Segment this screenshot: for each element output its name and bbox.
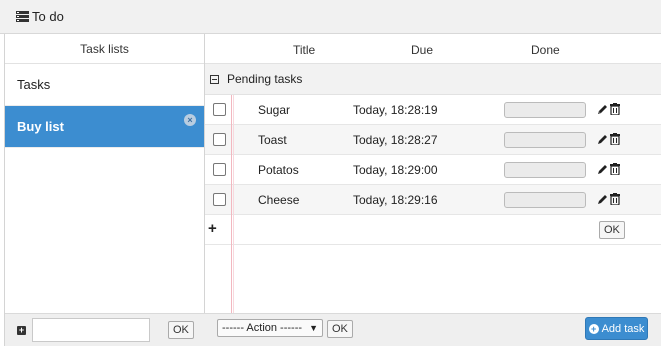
collapse-icon[interactable]: [210, 74, 219, 84]
window-title: To do: [32, 9, 64, 24]
add-task-button[interactable]: + Add task: [585, 317, 648, 340]
task-lists-pane: Task lists Tasks Buy list × + OK: [5, 34, 205, 346]
task-due: Today, 18:28:27: [353, 133, 438, 147]
chevron-down-icon: ▼: [309, 323, 318, 333]
task-done-field: [504, 102, 586, 118]
task-lists-footer: + OK: [5, 313, 205, 346]
column-header-title[interactable]: Title: [293, 43, 315, 57]
trash-icon[interactable]: [610, 193, 620, 205]
new-task-row: + OK: [205, 215, 661, 245]
list-icon: [16, 11, 29, 22]
table-row: Toast Today, 18:28:27: [205, 125, 661, 155]
add-list-icon[interactable]: +: [17, 325, 26, 335]
task-title: Potatos: [258, 163, 299, 177]
action-select[interactable]: ------ Action ------ ▼: [217, 319, 323, 337]
tasks-table-header: Title Due Done: [205, 34, 661, 64]
new-task-ok-button[interactable]: OK: [599, 221, 625, 239]
tasks-footer: ------ Action ------ ▼ OK + Add task: [205, 313, 661, 346]
group-pending-tasks[interactable]: Pending tasks: [205, 64, 661, 95]
table-row: Sugar Today, 18:28:19: [205, 95, 661, 125]
list-item-buy-list[interactable]: Buy list ×: [5, 106, 204, 148]
pencil-icon[interactable]: [597, 133, 608, 145]
task-done-field: [504, 162, 586, 178]
plus-circle-icon: +: [588, 323, 599, 334]
pencil-icon[interactable]: [597, 193, 608, 205]
task-done-field: [504, 192, 586, 208]
task-lists-header: Task lists: [5, 34, 204, 64]
action-select-value: ------ Action ------: [222, 322, 303, 334]
task-done-field: [504, 132, 586, 148]
margin-line: [233, 95, 234, 313]
action-ok-button[interactable]: OK: [327, 320, 353, 338]
task-title: Cheese: [258, 193, 300, 207]
list-item-label: Tasks: [17, 77, 51, 92]
list-item-tasks[interactable]: Tasks: [5, 64, 204, 106]
trash-icon[interactable]: [610, 103, 620, 115]
add-task-label: Add task: [601, 322, 645, 335]
column-header-due[interactable]: Due: [411, 43, 433, 57]
task-title: Toast: [258, 133, 287, 147]
add-list-ok-button[interactable]: OK: [168, 321, 194, 339]
table-row: Potatos Today, 18:29:00: [205, 155, 661, 185]
trash-icon[interactable]: [610, 133, 620, 145]
task-due: Today, 18:29:16: [353, 193, 438, 207]
pencil-icon[interactable]: [597, 103, 608, 115]
task-due: Today, 18:28:19: [353, 103, 438, 117]
group-label: Pending tasks: [227, 72, 303, 86]
todo-panel: Task lists Tasks Buy list × + OK Title D…: [4, 34, 661, 346]
column-header-done[interactable]: Done: [531, 43, 560, 57]
task-done-checkbox[interactable]: [213, 163, 226, 176]
task-due: Today, 18:29:00: [353, 163, 438, 177]
tasks-pane: Title Due Done Pending tasks Sugar Today…: [205, 34, 661, 346]
pencil-icon[interactable]: [597, 163, 608, 175]
trash-icon[interactable]: [610, 163, 620, 175]
window-titlebar: To do: [0, 0, 661, 34]
task-done-checkbox[interactable]: [213, 103, 226, 116]
add-task-inline-icon[interactable]: +: [208, 220, 217, 237]
new-list-input[interactable]: [32, 318, 150, 342]
remove-list-icon[interactable]: ×: [184, 114, 196, 126]
task-done-checkbox[interactable]: [213, 133, 226, 146]
task-title: Sugar: [258, 103, 291, 117]
list-item-label: Buy list: [17, 119, 64, 134]
table-row: Cheese Today, 18:29:16: [205, 185, 661, 215]
margin-line: [231, 95, 232, 313]
task-done-checkbox[interactable]: [213, 193, 226, 206]
